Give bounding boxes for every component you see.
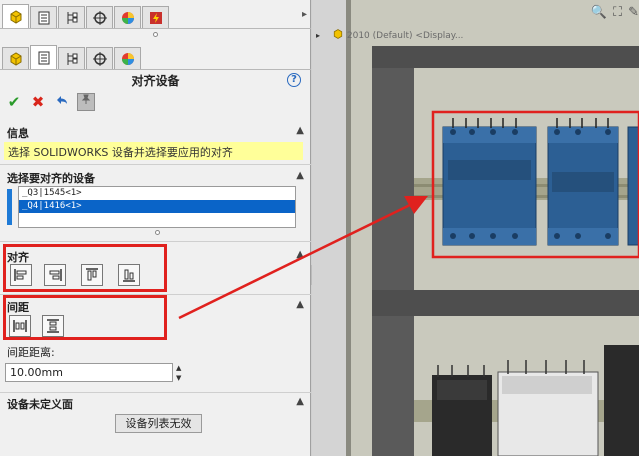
graphics-viewport[interactable]: ▸ 2010 (Default) <Display... 🔍 ⛶ ✎ <box>312 0 639 456</box>
color-wheel-icon <box>121 11 134 24</box>
undefined-face-section-header[interactable]: 设备未定义面 ▲ <box>7 396 304 412</box>
collapse-chevron-icon[interactable]: ▲ <box>296 170 304 181</box>
pin-button[interactable] <box>77 93 95 111</box>
selection-box-marker <box>7 189 12 225</box>
devices-listbox[interactable]: _Q3|1545<1> _Q4|1416<1> <box>18 186 296 228</box>
property-manager-panel: ▸ 对齐设备 ? ✔ ✖ 信息 ▲ 选择 SOLIDWORKS 设备并选择要应用… <box>0 0 315 456</box>
feature-manager-icon <box>10 9 21 24</box>
tabs-scroll-right-icon[interactable]: ▸ <box>302 9 311 25</box>
spacing-highlight-box <box>3 295 167 340</box>
list-item[interactable]: _Q4|1416<1> <box>19 200 295 213</box>
cancel-button[interactable]: ✖ <box>29 93 47 111</box>
collapse-chevron-icon[interactable]: ▲ <box>296 396 304 407</box>
device-list-invalid-button[interactable]: 设备列表无效 <box>115 414 202 433</box>
pushpin-icon <box>81 94 91 104</box>
splitter-handle[interactable] <box>153 32 158 37</box>
property-list-icon <box>38 51 49 64</box>
spacing-distance-label: 间距距离: <box>7 346 55 359</box>
zoom-to-fit-icon[interactable]: 🔍 <box>591 5 607 20</box>
collapse-chevron-icon[interactable]: ▲ <box>296 299 304 310</box>
color-wheel-icon <box>121 52 134 65</box>
panel-title: 对齐设备 <box>131 74 180 88</box>
crosshair-icon <box>92 51 107 66</box>
previous-view-icon[interactable]: ✎ <box>628 5 639 20</box>
display-manager-tab[interactable] <box>114 6 141 28</box>
property-manager-tab[interactable] <box>30 6 57 28</box>
collapse-chevron-icon[interactable]: ▲ <box>296 125 304 136</box>
display-manager-tab-2[interactable] <box>114 47 141 69</box>
info-heading: 信息 <box>7 127 29 140</box>
help-button[interactable]: ? <box>287 73 301 87</box>
part-icon <box>333 29 343 39</box>
spacing-distance-spinner[interactable]: ▲ ▼ <box>176 363 186 383</box>
config-manager-tab[interactable] <box>58 6 85 28</box>
undefined-face-heading: 设备未定义面 <box>7 398 73 411</box>
list-item[interactable]: _Q3|1545<1> <box>19 187 295 200</box>
electrical-tab[interactable] <box>142 6 169 28</box>
config-tree-icon <box>67 52 77 65</box>
devices-section-header[interactable]: 选择要对齐的设备 ▲ <box>7 170 304 186</box>
undo-icon <box>57 96 67 104</box>
cabinet-3d-view <box>312 0 639 456</box>
tree-expand-icon[interactable]: ▸ <box>316 31 320 40</box>
spacing-distance-input[interactable]: 10.00mm <box>5 363 173 382</box>
config-tree-icon <box>67 11 77 24</box>
dimxpert-tab-2[interactable] <box>86 47 113 69</box>
align-highlight-box <box>3 244 167 292</box>
feature-manager-tab-2[interactable] <box>2 47 29 69</box>
dimxpert-tab[interactable] <box>86 6 113 28</box>
property-manager-tab-2[interactable] <box>30 45 57 69</box>
electrical-icon <box>149 11 162 24</box>
action-buttons: ✔ ✖ <box>5 93 95 111</box>
config-manager-tab-2[interactable] <box>58 47 85 69</box>
second-tab-bar <box>0 45 141 69</box>
feature-manager-tab[interactable] <box>2 4 29 28</box>
view-toolbar: 🔍 ⛶ ✎ <box>591 5 639 20</box>
info-message: 选择 SOLIDWORKS 设备并选择要应用的对齐 <box>4 142 303 160</box>
assembly-part-label[interactable]: 2010 (Default) <Display... <box>332 28 463 41</box>
info-section-header[interactable]: 信息 ▲ <box>7 125 304 141</box>
collapse-chevron-icon[interactable]: ▲ <box>296 249 304 260</box>
listbox-resize-handle[interactable] <box>155 230 160 235</box>
feature-manager-icon <box>10 51 21 66</box>
property-list-icon <box>38 11 49 24</box>
top-tab-bar <box>0 4 169 28</box>
undo-button[interactable] <box>53 93 71 111</box>
part-label-text: 2010 (Default) <Display... <box>346 31 464 41</box>
ok-button[interactable]: ✔ <box>5 93 23 111</box>
crosshair-icon <box>92 10 107 25</box>
zoom-to-area-icon[interactable]: ⛶ <box>613 5 622 20</box>
devices-heading: 选择要对齐的设备 <box>7 172 95 185</box>
